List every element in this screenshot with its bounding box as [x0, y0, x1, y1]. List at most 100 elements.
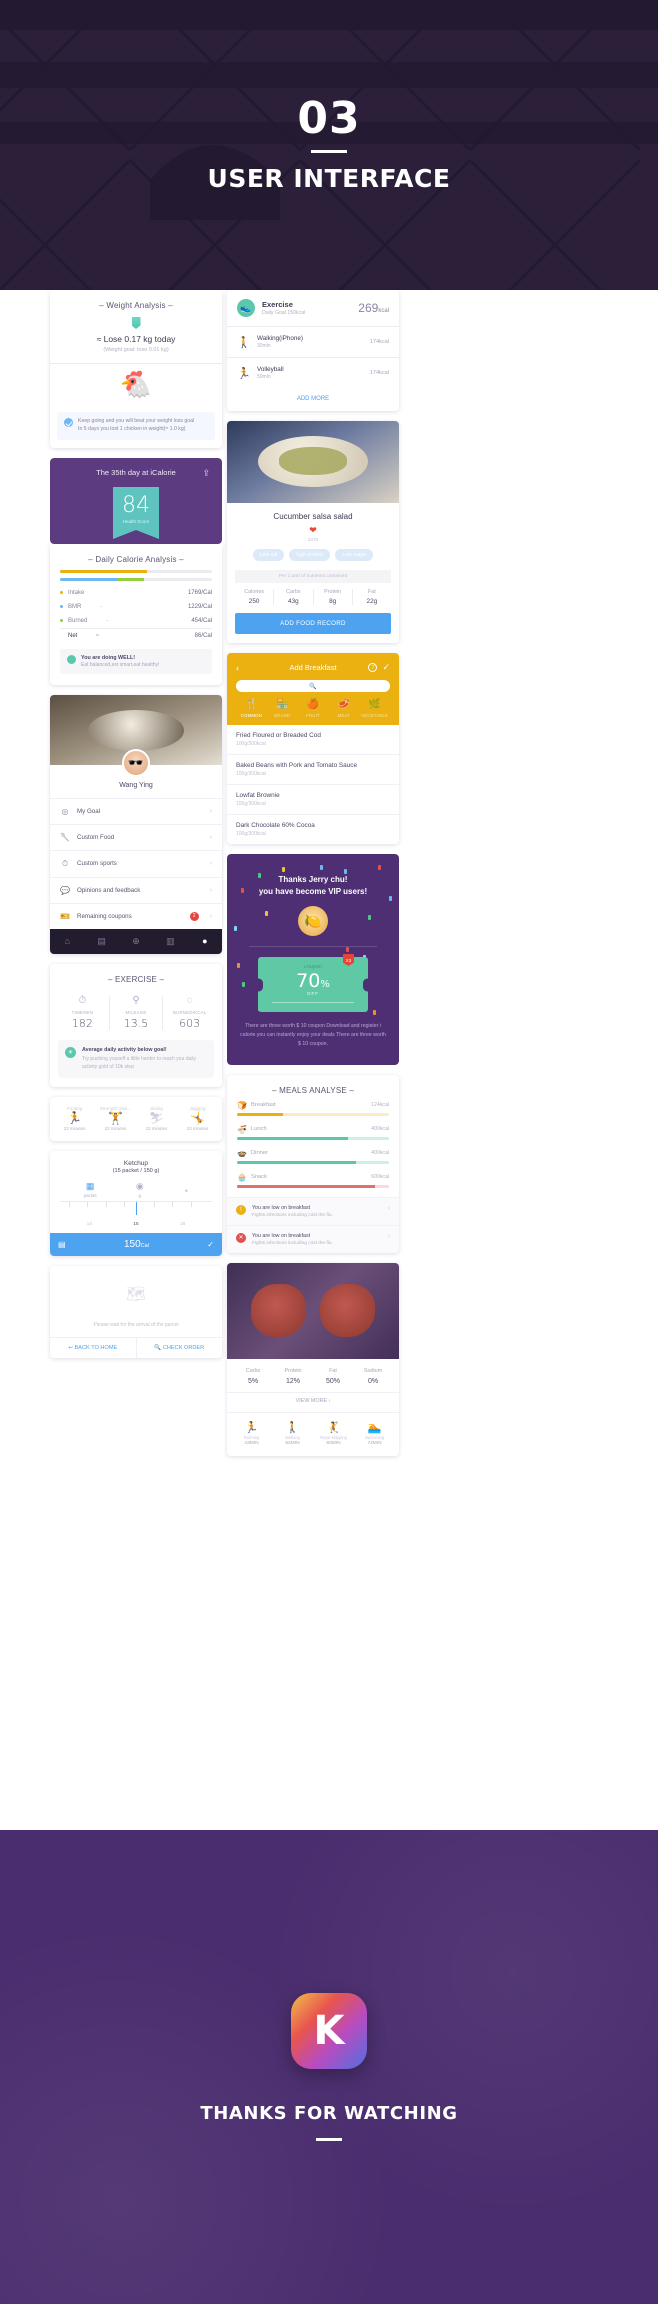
confetti: [319, 864, 323, 870]
confetti: [345, 946, 349, 952]
view-more-button[interactable]: VIEW MORE ›: [227, 1391, 399, 1413]
footer-section: K THANKS FOR WATCHING: [0, 1830, 658, 2304]
ketchup-subtitle: (15 packet / 150 g): [112, 1168, 160, 1175]
sport-option-skiing[interactable]: Skiing ⛷ 22 minutes: [136, 1106, 177, 1132]
macro-value-sodium: 0%: [367, 1377, 379, 1385]
share-icon[interactable]: ⇪: [202, 468, 210, 479]
sport-time-jogging: 33 minutes: [186, 1126, 209, 1132]
bmr-bar-fill: [60, 577, 118, 581]
tab-calendar[interactable]: ▤: [84, 936, 118, 947]
health-score-badge: 84 Health Score: [113, 486, 159, 539]
heart-icon[interactable]: ❤: [227, 526, 399, 535]
ruler-needle[interactable]: [136, 1202, 137, 1216]
tab-home[interactable]: ⌂: [50, 936, 84, 947]
weight-analysis-title: – Weight Analysis –: [99, 301, 173, 310]
meal-bar-breakfast: [237, 1112, 389, 1116]
food-tag-low-sugar[interactable]: Low sugar: [335, 549, 374, 561]
alert-row-breakfast-error[interactable]: ✕ You are low on breakfast Fights infect…: [227, 1224, 399, 1253]
coupon[interactable]: X3 coupon 70% OFF: [258, 954, 368, 1012]
category-brand[interactable]: 🏪 BRAND: [267, 700, 298, 719]
food-tag-low-cal[interactable]: Low cal: [252, 549, 285, 561]
nutrient-calories: Calories 250: [235, 589, 275, 605]
menu-item-custom-food[interactable]: 🥄 Custom Food ›: [50, 823, 222, 850]
chevron-right-icon: ›: [209, 807, 212, 815]
sport-option-jogging[interactable]: Jogging 🤸 33 minutes: [177, 1106, 218, 1132]
unit-option-packet[interactable]: ▦ packet: [84, 1182, 97, 1199]
ketchup-confirm-bar[interactable]: ▤ 150Cal ✓: [50, 1233, 222, 1257]
category-meat[interactable]: 🥩 MEAT: [328, 700, 359, 719]
exercise-advice[interactable]: ☀ Average daily activity below goal! Try…: [58, 1039, 214, 1078]
menu-item-custom-sports[interactable]: ⏱ Custom sports ›: [50, 849, 222, 877]
legend-dot-intake: [60, 591, 63, 595]
food-list-item[interactable]: Fried Floured or Breaded Cod 100g/300kca…: [227, 725, 399, 755]
menu-item-opinions[interactable]: 💬 Opinions and feedback ›: [50, 876, 222, 903]
check-circle-icon[interactable]: ✓: [382, 663, 390, 672]
check-order-button[interactable]: 🔍 CHECK ORDER: [135, 1338, 223, 1359]
ruler-tick: [190, 1202, 192, 1208]
add-more-button[interactable]: ADD MORE: [227, 388, 399, 411]
ruler-tick: [123, 1202, 125, 1208]
food-list-item[interactable]: Baked Beans with Pork and Tomato Sauce 1…: [227, 755, 399, 785]
tab-profile[interactable]: ●: [188, 936, 222, 947]
search-input[interactable]: 🔍: [236, 680, 390, 692]
food-tag-high-protein[interactable]: high protein: [289, 549, 331, 561]
sport-time-footing: 22 minutes: [63, 1126, 86, 1132]
menu-item-my-goal[interactable]: ◎ My Goal ›: [50, 797, 222, 824]
app-logo-letter: K: [313, 2008, 345, 2054]
weight-note[interactable]: Keep going and you will beat your weight…: [57, 412, 215, 440]
meal-value-snack: 600kcal: [371, 1174, 389, 1181]
keyboard-icon[interactable]: ▤: [58, 1240, 66, 1249]
food-item-name: Baked Beans with Pork and Tomato Sauce: [236, 762, 358, 769]
category-label-vegetable: VEGETABLE: [361, 713, 389, 718]
tab-add[interactable]: ⊕: [119, 936, 153, 947]
meal-bar-fill-breakfast: [237, 1112, 283, 1116]
category-vegetable[interactable]: 🌿 VEGETABLE: [359, 700, 390, 719]
calorie-advice-note[interactable]: You are doing WELL! Eat balanced,est sma…: [60, 648, 212, 674]
menu-item-coupons[interactable]: 🎫 Remaining coupons 2 ›: [50, 902, 222, 929]
sport-option-footing[interactable]: Footing 🏃 22 minutes: [54, 1106, 95, 1132]
category-common[interactable]: 🍴 COMMON: [236, 700, 267, 719]
exercise-stats-title: – EXERCISE –: [107, 974, 165, 984]
meal-label-breakfast: Breakfast: [250, 1102, 276, 1109]
sport-option-strength[interactable]: Strength train... 🏋 22 minutes: [95, 1106, 136, 1132]
tab-chart[interactable]: ▥: [153, 936, 187, 947]
exercise-stats-card: – EXERCISE – ⏱ TIME/MIN 182 ⚲ MILEAGE 13…: [50, 963, 222, 1087]
calorie-value-burned: 454/Cal: [191, 617, 212, 624]
steak-card: Carbs 5% Protein 12% Fat 50% Sodium 0% V…: [227, 1262, 399, 1456]
category-label-common: COMMON: [240, 713, 263, 718]
back-to-home-button[interactable]: ↩ BACK TO HOME: [50, 1338, 136, 1358]
meal-row-dinner: 🍲 Dinner 400kcal: [227, 1149, 399, 1173]
burn-value-rope: 60MIN: [326, 1440, 341, 1446]
icalorie-score-card: The 35th day at iCalorie ⇪ 84 Health Sco…: [50, 457, 222, 544]
ketchup-ruler[interactable]: [60, 1201, 212, 1221]
exercise-row-volleyball[interactable]: 🏃 Volleyball 50min 174kcal: [227, 358, 399, 388]
sport-name-strength: Strength train...: [99, 1105, 132, 1111]
food-list-item[interactable]: Lowfat Brownie 100g/300kcal: [227, 785, 399, 815]
vip-avatar: 🍋: [298, 906, 328, 936]
food-list-item[interactable]: Dark Chocolate 60% Cocoa 100g/300kcal: [227, 815, 399, 844]
check-circle-icon: [64, 418, 73, 427]
burn-key-running: Running: [243, 1434, 260, 1440]
calorie-row-burned: Burned - 454/Cal: [60, 614, 212, 628]
confetti: [233, 925, 237, 931]
chevron-right-icon: ›: [387, 1232, 390, 1240]
category-fruit[interactable]: 🍎 FRUIT: [298, 700, 329, 719]
chevron-right-icon: ›: [209, 833, 212, 841]
avatar[interactable]: 🕶️: [122, 748, 150, 777]
category-label-fruit: FRUIT: [306, 713, 320, 718]
right-column: 👟 Exercise Daily Goal 150kcal 269kcal 🚶 …: [227, 290, 399, 1466]
food-name: Cucumber salsa salad: [273, 512, 353, 521]
check-circle-icon[interactable]: ✓: [207, 1240, 214, 1249]
unit-option-gram[interactable]: ◉ g: [136, 1182, 144, 1199]
selected-count-badge: 7: [368, 663, 378, 672]
category-label-brand: BRAND: [274, 713, 291, 718]
chicken-illustration-icon: 🐔: [119, 369, 153, 399]
food-item-sub: 100g/300kcal: [236, 771, 266, 777]
calorie-advice-title: You are doing WELL!: [81, 654, 136, 661]
alert-row-breakfast-warning[interactable]: ! You are low on breakfast Fights infect…: [227, 1196, 399, 1225]
exercise-row-walking[interactable]: 🚶 Walking(iPhone) 30min 174kcal: [227, 327, 399, 357]
weight-shield-icon: [131, 317, 141, 329]
sport-time-skiing: 22 minutes: [145, 1126, 168, 1132]
unit-option-cup[interactable]: ◔: [183, 1187, 188, 1198]
add-food-record-button[interactable]: ADD FOOD RECORD: [235, 613, 391, 634]
